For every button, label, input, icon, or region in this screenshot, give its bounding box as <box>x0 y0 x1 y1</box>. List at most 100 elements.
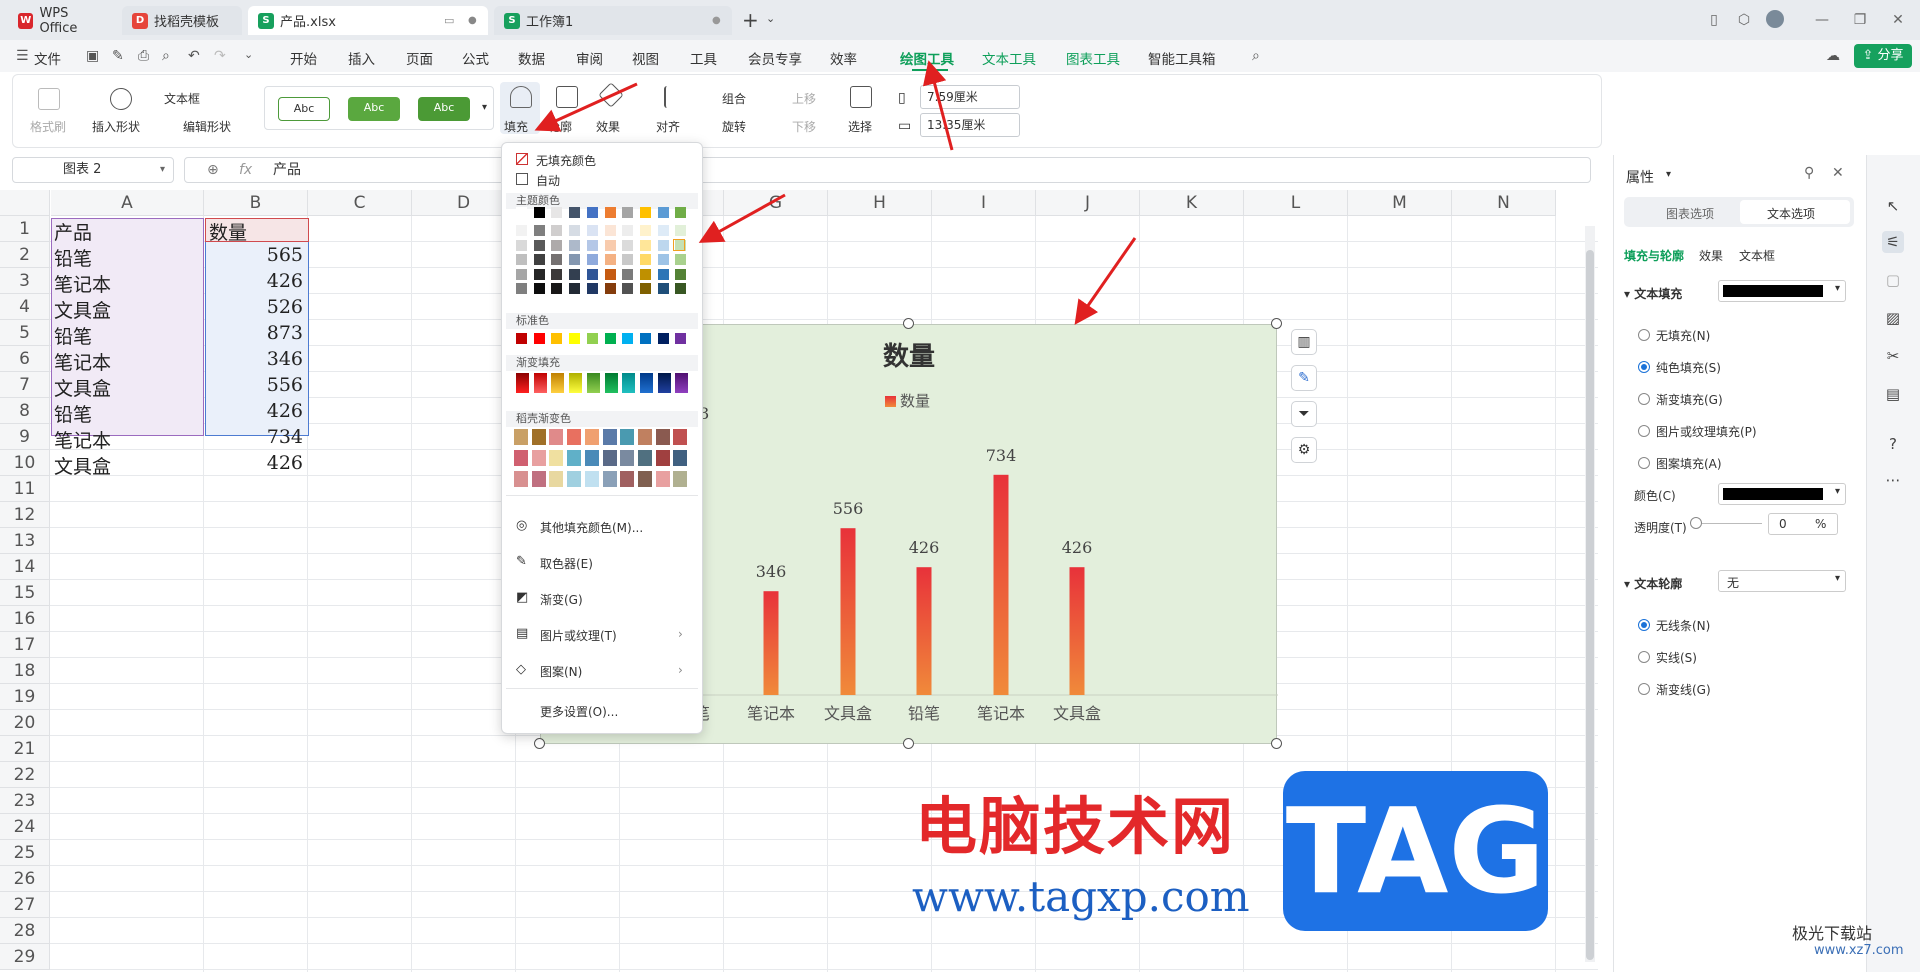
menu-efficiency[interactable]: 效率 <box>830 48 857 68</box>
row-header-13[interactable]: 13 <box>0 528 50 554</box>
docer-gradient-swatch[interactable] <box>637 450 652 466</box>
theme-shade-swatch[interactable] <box>675 283 687 294</box>
row-header-28[interactable]: 28 <box>0 918 50 944</box>
standard-swatch[interactable] <box>533 333 545 344</box>
row-header-14[interactable]: 14 <box>0 554 50 580</box>
edit-shape-button[interactable]: 编辑形状 <box>183 118 231 135</box>
theme-shade-swatch[interactable] <box>586 239 598 251</box>
close-window-icon[interactable]: ✕ <box>1888 10 1908 30</box>
column-header-N[interactable]: N <box>1452 190 1556 216</box>
radio-pattern-fill[interactable] <box>1638 457 1650 469</box>
docer-gradient-swatch[interactable] <box>673 450 688 466</box>
row-header-10[interactable]: 10 <box>0 450 50 476</box>
standard-swatch[interactable] <box>604 333 616 344</box>
no-fill-option[interactable]: 无填充颜色 <box>536 152 596 169</box>
tab-wps-home[interactable]: W WPS Office <box>8 6 118 36</box>
docer-gradient-swatch[interactable] <box>673 429 688 445</box>
gradient-swatch[interactable] <box>533 373 547 393</box>
standard-swatch[interactable] <box>675 333 687 344</box>
undo-icon[interactable]: ↶ <box>188 48 200 64</box>
docer-gradient-swatch[interactable] <box>567 429 582 445</box>
help-icon[interactable]: ? <box>1882 433 1904 455</box>
more-icon[interactable]: ⋯ <box>1882 469 1904 491</box>
theme-shade-swatch[interactable] <box>675 254 687 265</box>
effect-button[interactable]: 效果 <box>596 118 620 135</box>
standard-swatch[interactable] <box>551 333 563 344</box>
theme-shade-swatch[interactable] <box>604 239 616 251</box>
row-header-18[interactable]: 18 <box>0 658 50 684</box>
docer-gradient-swatch[interactable] <box>584 471 599 487</box>
bring-forward-button[interactable]: 上移 <box>792 90 816 107</box>
cell-B4[interactable]: 526 <box>209 296 303 318</box>
gradient-swatch[interactable] <box>586 373 600 393</box>
menu-member[interactable]: 会员专享 <box>748 48 802 68</box>
theme-shade-swatch[interactable] <box>516 283 527 294</box>
search-icon[interactable]: ⌕ <box>1252 48 1260 64</box>
eyedropper-option[interactable]: 取色器(E) <box>540 555 593 572</box>
docer-gradient-swatch[interactable] <box>655 471 670 487</box>
row-header-4[interactable]: 4 <box>0 294 50 320</box>
theme-shade-swatch[interactable] <box>657 239 669 251</box>
theme-shade-swatch[interactable] <box>533 283 545 294</box>
row-header-11[interactable]: 11 <box>0 476 50 502</box>
cell-A7[interactable]: 文具盒 <box>54 374 194 401</box>
option-no-fill[interactable]: 无填充(N) <box>1656 327 1710 344</box>
chevron-down-icon[interactable]: ▾ <box>1666 169 1671 180</box>
docer-gradient-swatch[interactable] <box>531 429 546 445</box>
theme-shade-swatch[interactable] <box>639 239 651 251</box>
menu-page[interactable]: 页面 <box>406 48 433 68</box>
picture-edit-icon[interactable]: ▨ <box>1882 307 1904 329</box>
theme-swatch[interactable] <box>586 207 598 218</box>
theme-shade-swatch[interactable] <box>551 283 563 294</box>
cell-A3[interactable]: 笔记本 <box>54 270 194 297</box>
option-no-line[interactable]: 无线条(N) <box>1656 617 1710 634</box>
theme-swatch[interactable] <box>551 207 563 218</box>
chart-filter-icon[interactable]: ⏷ <box>1291 401 1317 427</box>
fx-icon[interactable]: fx <box>239 158 252 182</box>
theme-shade-swatch[interactable] <box>551 225 563 236</box>
docer-gradient-swatch[interactable] <box>584 429 599 445</box>
gradient-swatch[interactable] <box>657 373 671 393</box>
row-header-16[interactable]: 16 <box>0 606 50 632</box>
theme-shade-swatch[interactable] <box>657 254 669 265</box>
brush-icon[interactable]: ✎ <box>112 48 124 64</box>
menu-tools[interactable]: 工具 <box>690 48 717 68</box>
fill-button[interactable]: 填充 <box>504 118 528 135</box>
theme-shade-swatch[interactable] <box>533 225 545 236</box>
docer-gradient-swatch[interactable] <box>637 471 652 487</box>
theme-swatch[interactable] <box>533 207 545 218</box>
text-outline-select[interactable]: 无 ▾ <box>1718 570 1846 592</box>
docer-gradient-swatch[interactable] <box>655 429 670 445</box>
column-header-G[interactable]: G <box>724 190 828 216</box>
select-icon[interactable] <box>850 86 872 108</box>
style-fill-darkgreen[interactable]: Abc <box>418 97 470 121</box>
gallery-more-icon[interactable]: ▾ <box>482 102 487 113</box>
radio-gradient-line[interactable] <box>1638 683 1650 695</box>
row-header-17[interactable]: 17 <box>0 632 50 658</box>
text-outline-header[interactable]: ▾ 文本轮廓 <box>1624 575 1682 592</box>
save-icon[interactable]: ▣ <box>86 48 99 64</box>
scrollbar-thumb[interactable] <box>1586 250 1594 960</box>
menu-text-tools[interactable]: 文本工具 <box>982 48 1036 68</box>
shape-width-field[interactable]: 13.35厘米 <box>920 113 1020 137</box>
standard-swatch[interactable] <box>622 333 634 344</box>
theme-swatch[interactable] <box>516 207 527 218</box>
tab-chart-options[interactable]: 图表选项 <box>1666 205 1714 222</box>
group-button[interactable]: 组合 <box>722 90 746 107</box>
row-header-19[interactable]: 19 <box>0 684 50 710</box>
menu-formula[interactable]: 公式 <box>462 48 489 68</box>
theme-shade-swatch[interactable] <box>516 268 527 280</box>
gradient-option[interactable]: 渐变(G) <box>540 591 583 608</box>
menu-data[interactable]: 数据 <box>518 48 545 68</box>
docer-gradient-swatch[interactable] <box>620 429 635 445</box>
tools-icon[interactable]: ✂ <box>1882 345 1904 367</box>
theme-swatch[interactable] <box>622 207 634 218</box>
tab-workbook1[interactable]: S 工作簿1 ● <box>494 6 732 35</box>
transparency-slider-track[interactable] <box>1702 523 1762 524</box>
gradient-swatch[interactable] <box>551 373 565 393</box>
theme-swatch[interactable] <box>657 207 669 218</box>
style-outline-green[interactable]: Abc <box>278 97 330 121</box>
cloud-icon[interactable]: ☁ <box>1826 48 1840 64</box>
row-header-26[interactable]: 26 <box>0 866 50 892</box>
monitor-icon[interactable]: ▭ <box>444 14 454 27</box>
